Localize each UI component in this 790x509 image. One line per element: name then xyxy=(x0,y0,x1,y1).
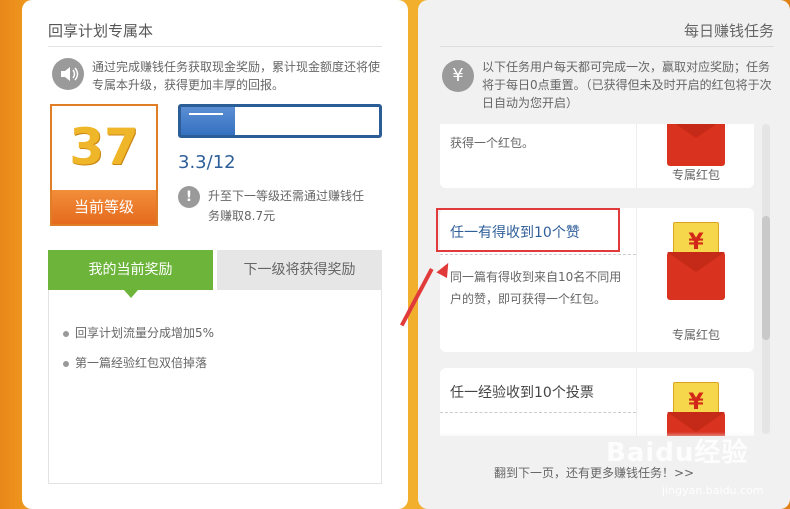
info-icon: ! xyxy=(178,186,200,208)
task-card[interactable]: 获得一个红包。 专属红包 xyxy=(440,124,754,188)
tab-current-rewards[interactable]: 我的当前奖励 xyxy=(48,250,213,298)
level-badge: 37 当前等级 xyxy=(50,104,158,226)
task-reward: 专属红包 xyxy=(636,124,754,188)
right-panel-title: 每日赚钱任务 xyxy=(683,22,774,40)
watermark-logo: Baidu经验 xyxy=(606,438,749,468)
rewards-list: 回享计划流量分成增加5% 第一篇经验红包双倍掉落 xyxy=(48,290,382,484)
left-intro-text: 通过完成赚钱任务获取现金奖励，累计现金额度还将使专属本升级，获得更加丰厚的回报。 xyxy=(92,60,381,92)
task-reward: ¥ 专属红包 xyxy=(636,208,754,352)
task-description: 同一篇有得收到来自10名不同用户的赞，即可获得一个红包。 xyxy=(450,270,622,306)
progress-fill xyxy=(181,107,236,135)
envelope-label: 专属红包 xyxy=(671,168,720,182)
red-envelope-icon xyxy=(667,252,725,300)
task-reward: ¥ xyxy=(636,368,754,436)
divider xyxy=(440,412,636,413)
red-envelope-icon xyxy=(667,124,725,166)
scrollbar-thumb[interactable] xyxy=(762,216,770,340)
level-label: 当前等级 xyxy=(52,190,156,224)
speaker-icon xyxy=(52,58,84,90)
annotation-highlight-box xyxy=(436,208,620,252)
divider xyxy=(440,46,774,47)
list-item: 回享计划流量分成增加5% xyxy=(63,324,214,341)
level-number: 37 xyxy=(69,118,139,176)
left-panel-title: 回享计划专属本 xyxy=(48,22,154,40)
watermark-url: jingyan.baidu.com xyxy=(662,484,764,497)
envelope-label: 专属红包 xyxy=(671,328,720,342)
level-progress-bar xyxy=(178,104,382,138)
tab-next-level-rewards[interactable]: 下一级将获得奖励 xyxy=(217,250,382,290)
divider xyxy=(440,254,636,255)
list-item: 第一篇经验红包双倍掉落 xyxy=(63,354,207,371)
task-description: 获得一个红包。 xyxy=(450,136,535,150)
level-up-tip: 升至下一等级还需通过赚钱任务赚取8.7元 xyxy=(208,189,365,223)
task-title[interactable]: 任一经验收到10个投票 xyxy=(450,382,594,402)
progress-text: 3.3/12 xyxy=(178,152,236,173)
reward-tabs: 我的当前奖励 下一级将获得奖励 xyxy=(48,250,382,298)
task-card[interactable]: 任一经验收到10个投票 ¥ xyxy=(440,368,754,436)
divider xyxy=(48,46,382,47)
task-list[interactable]: 获得一个红包。 专属红包 任一有得收到10个赞 同一篇有得收到来自10名不同用户… xyxy=(440,124,756,436)
yuan-icon: ¥ xyxy=(442,60,474,92)
right-intro-text: 以下任务用户每天都可完成一次，赢取对应奖励；任务将于每日0点重置。（已获得但未及… xyxy=(482,60,772,110)
